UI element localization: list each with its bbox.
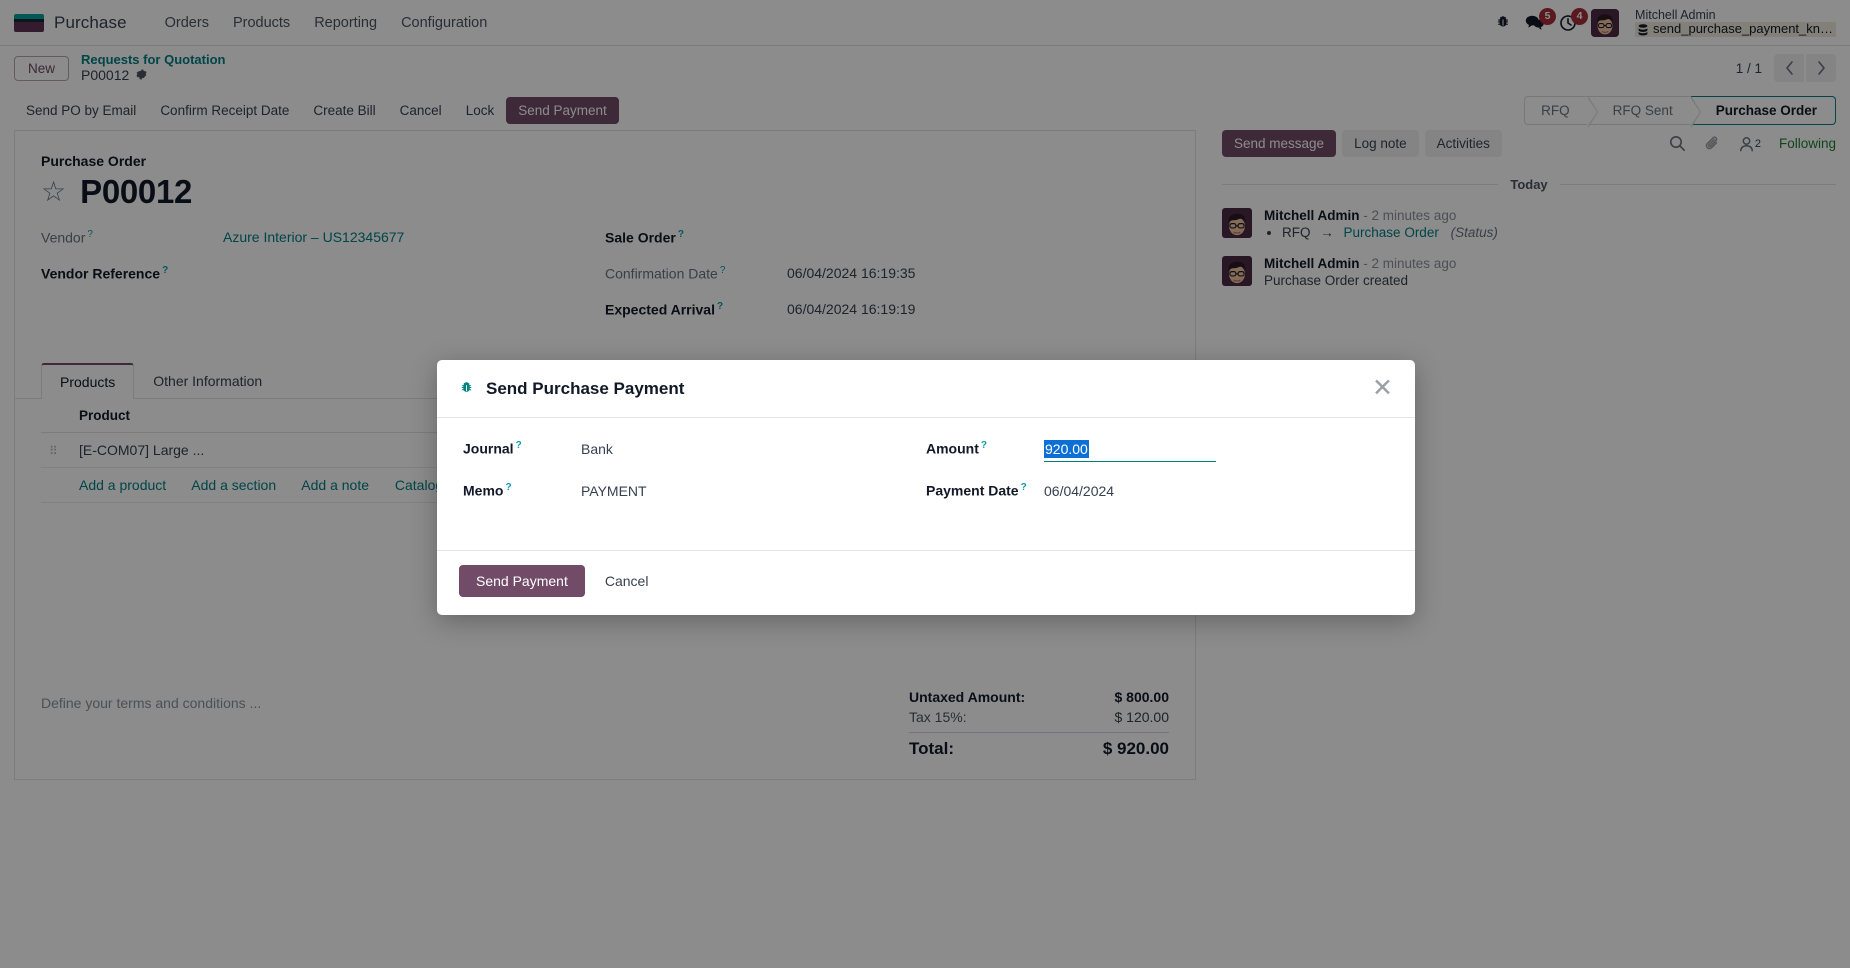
amount-input-value: 920.00 [1044, 439, 1089, 458]
help-icon[interactable]: ? [516, 440, 522, 451]
bug-icon [459, 381, 474, 396]
amount-input[interactable]: 920.00 [1044, 439, 1216, 462]
dialog-value-memo[interactable]: PAYMENT [581, 483, 647, 499]
app-root: Purchase Orders Products Reporting Confi… [0, 0, 1850, 968]
dialog-label-memo: Memo? [463, 482, 512, 499]
dialog-field-payment-date: Payment Date? 06/04/2024 [926, 482, 1389, 506]
dialog-label-amount: Amount? [926, 440, 987, 457]
help-icon[interactable]: ? [981, 440, 987, 451]
dialog-left-column: Journal? Bank Memo? PAYMENT [463, 440, 926, 524]
dialog-header: Send Purchase Payment ✕ [437, 360, 1415, 418]
dialog-right-column: Amount? 920.00 Payment Date? 06/04/2024 [926, 439, 1389, 524]
dialog-body: Journal? Bank Memo? PAYMENT Amount? 920.… [437, 418, 1415, 550]
dialog-field-journal: Journal? Bank [463, 440, 926, 464]
dialog-field-amount: Amount? 920.00 [926, 439, 1389, 464]
dialog-footer: Send Payment Cancel [437, 550, 1415, 615]
close-icon[interactable]: ✕ [1372, 376, 1393, 401]
dialog-label-payment-date: Payment Date? [926, 482, 1027, 499]
dialog-label-journal: Journal? [463, 440, 522, 457]
dialog-send-payment-button[interactable]: Send Payment [459, 565, 585, 597]
dialog-field-memo: Memo? PAYMENT [463, 482, 926, 506]
help-icon[interactable]: ? [505, 482, 511, 493]
payment-date-input[interactable]: 06/04/2024 [1044, 483, 1114, 499]
dialog-cancel-button[interactable]: Cancel [595, 565, 659, 597]
send-purchase-payment-dialog: Send Purchase Payment ✕ Journal? Bank Me… [437, 360, 1415, 615]
dialog-value-journal[interactable]: Bank [581, 441, 613, 457]
help-icon[interactable]: ? [1021, 482, 1027, 493]
dialog-title: Send Purchase Payment [486, 378, 685, 398]
